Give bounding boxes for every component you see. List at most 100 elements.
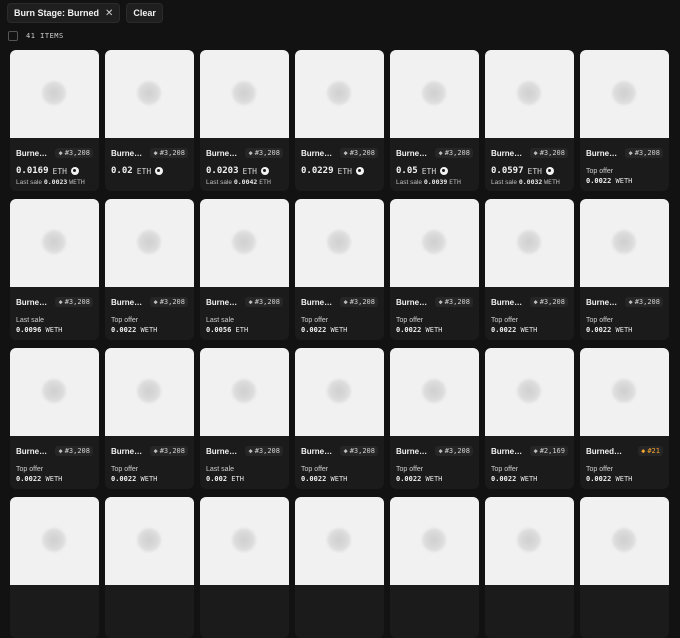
placeholder-image-icon <box>137 230 161 254</box>
nft-image[interactable] <box>295 497 384 585</box>
nft-card[interactable]: Burne… ◆ #3,208 Top offer 0.0022 WETH <box>295 348 384 489</box>
nft-image[interactable] <box>200 199 289 287</box>
nft-image[interactable] <box>295 50 384 138</box>
card-name: Burne… <box>111 148 143 158</box>
clear-filters-button[interactable]: Clear <box>126 3 163 23</box>
offer-amount: 0.0022 <box>586 326 612 334</box>
nft-card[interactable] <box>105 497 194 638</box>
nft-image[interactable] <box>485 348 574 436</box>
marketplace-icon <box>355 167 364 175</box>
nft-card[interactable]: Burne… ◆ #3,208 Top offer 0.0022 WETH <box>390 199 479 340</box>
nft-card[interactable]: Burne… ◆ #2,169 Top offer 0.0022 WETH <box>485 348 574 489</box>
nft-image[interactable] <box>105 497 194 585</box>
nft-image[interactable] <box>105 50 194 138</box>
nft-card[interactable]: Burne… ◆ #3,208 Top offer 0.0022 WETH <box>485 199 574 340</box>
offer-label: Top offer <box>586 317 614 324</box>
nft-card[interactable] <box>295 497 384 638</box>
nft-card[interactable]: Burne… ◆ #3,208 Top offer 0.0022 WETH <box>580 50 669 191</box>
card-info: Burne… ◆ #3,208 Top offer 0.0022 WETH <box>390 297 479 334</box>
nft-card[interactable]: Burne… ◆ #3,208 Top offer 0.0022 WETH <box>390 348 479 489</box>
nft-card[interactable]: Burne… ◆ #3,208 0.0229 ETH <box>295 50 384 191</box>
last-sale-value: 0.0023 <box>43 178 68 186</box>
nft-image[interactable] <box>200 50 289 138</box>
nft-card[interactable] <box>390 497 479 638</box>
nft-card[interactable]: Burne… ◆ #3,208 Last sale 0.002 ETH <box>200 348 289 489</box>
nft-card[interactable]: Burne… ◆ #3,208 Top offer 0.0022 WETH <box>105 348 194 489</box>
nft-image[interactable] <box>105 199 194 287</box>
close-icon[interactable]: ✕ <box>105 8 113 19</box>
nft-card[interactable]: Burne… ◆ #3,208 0.02 ETH <box>105 50 194 191</box>
rank-value: #3,208 <box>539 149 565 157</box>
nft-image[interactable] <box>10 199 99 287</box>
nft-card[interactable] <box>485 497 574 638</box>
offer-currency: WETH <box>330 475 348 483</box>
nft-card[interactable]: Burne… ◆ #3,208 Top offer 0.0022 WETH <box>580 199 669 340</box>
offer-amount: 0.0022 <box>396 475 422 483</box>
offer-label: Top offer <box>586 168 614 175</box>
placeholder-image-icon <box>232 81 256 105</box>
card-name: Burne… <box>301 297 333 307</box>
placeholder-image-icon <box>42 81 66 105</box>
offer-amount: 0.0022 <box>111 475 137 483</box>
nft-card[interactable]: Burne… ◆ #3,208 Last sale 0.0056 ETH <box>200 199 289 340</box>
diamond-icon: ◆ <box>58 447 63 455</box>
card-name: Burne… <box>16 446 48 456</box>
nft-image[interactable] <box>295 348 384 436</box>
card-title-row: Burne… ◆ #3,208 <box>491 148 568 158</box>
nft-image[interactable] <box>295 199 384 287</box>
nft-image[interactable] <box>390 199 479 287</box>
diamond-icon: ◆ <box>533 149 538 157</box>
nft-card[interactable] <box>580 497 669 638</box>
nft-image[interactable] <box>200 497 289 585</box>
filter-chip-label: Burn Stage: Burned <box>14 8 100 18</box>
nft-card[interactable]: Burne… ◆ #3,208 0.0169 ETH Last sale 0.0023 W… <box>10 50 99 191</box>
rarity-rank: ◆ #3,208 <box>340 148 378 158</box>
diamond-icon: ◆ <box>343 298 348 306</box>
rarity-rank: ◆ #3,208 <box>55 148 93 158</box>
placeholder-image-icon <box>517 230 541 254</box>
nft-image[interactable] <box>105 348 194 436</box>
nft-card[interactable]: Burne… ◆ #3,208 Last sale 0.0096 WETH <box>10 199 99 340</box>
price-currency: ETH <box>242 166 257 176</box>
rank-value: #3,208 <box>159 149 185 157</box>
placeholder-image-icon <box>137 379 161 403</box>
nft-image[interactable] <box>200 348 289 436</box>
nft-image[interactable] <box>485 497 574 585</box>
nft-card[interactable]: Burned P… ◆#21 Top offer 0.0022 WETH <box>580 348 669 489</box>
rank-value: #3,208 <box>349 447 375 455</box>
diamond-icon: ◆ <box>628 149 633 157</box>
nft-image[interactable] <box>390 348 479 436</box>
nft-image[interactable] <box>580 199 669 287</box>
card-info: Burne… ◆ #3,208 Top offer 0.0022 WETH <box>390 446 479 483</box>
price-currency: ETH <box>52 166 67 176</box>
placeholder-image-icon <box>327 528 351 552</box>
nft-image[interactable] <box>10 497 99 585</box>
card-title-row: Burne… ◆ #3,208 <box>206 297 283 307</box>
nft-card[interactable]: Burne… ◆ #3,208 Top offer 0.0022 WETH <box>105 199 194 340</box>
rarity-rank: ◆ #3,208 <box>435 148 473 158</box>
select-all-checkbox[interactable] <box>8 31 18 41</box>
nft-image[interactable] <box>485 50 574 138</box>
offer-label: Last sale <box>16 317 45 324</box>
nft-image[interactable] <box>10 348 99 436</box>
card-info: Burne… ◆ #3,208 0.0229 ETH <box>295 148 384 176</box>
offer-value: 0.0022 WETH <box>16 475 93 483</box>
rank-value: #3,208 <box>254 149 280 157</box>
nft-card[interactable]: Burne… ◆ #3,208 0.05 ETH Last sale 0.0039 ETH <box>390 50 479 191</box>
nft-image[interactable] <box>580 348 669 436</box>
nft-image[interactable] <box>580 50 669 138</box>
nft-image[interactable] <box>580 497 669 585</box>
nft-image[interactable] <box>10 50 99 138</box>
nft-image[interactable] <box>485 199 574 287</box>
nft-card[interactable] <box>10 497 99 638</box>
filter-chip-burn-stage[interactable]: Burn Stage: Burned ✕ <box>7 3 121 23</box>
listing-price: 0.0597 ETH <box>491 166 568 176</box>
nft-card[interactable]: Burne… ◆ #3,208 0.0597 ETH Last sale 0.0032 W… <box>485 50 574 191</box>
nft-image[interactable] <box>390 497 479 585</box>
nft-card[interactable] <box>200 497 289 638</box>
nft-card[interactable]: Burne… ◆ #3,208 Top offer 0.0022 WETH <box>295 199 384 340</box>
rarity-rank: ◆ #3,208 <box>245 148 283 158</box>
nft-card[interactable]: Burne… ◆ #3,208 0.0203 ETH Last sale 0.0042 E… <box>200 50 289 191</box>
nft-image[interactable] <box>390 50 479 138</box>
nft-card[interactable]: Burne… ◆ #3,208 Top offer 0.0022 WETH <box>10 348 99 489</box>
